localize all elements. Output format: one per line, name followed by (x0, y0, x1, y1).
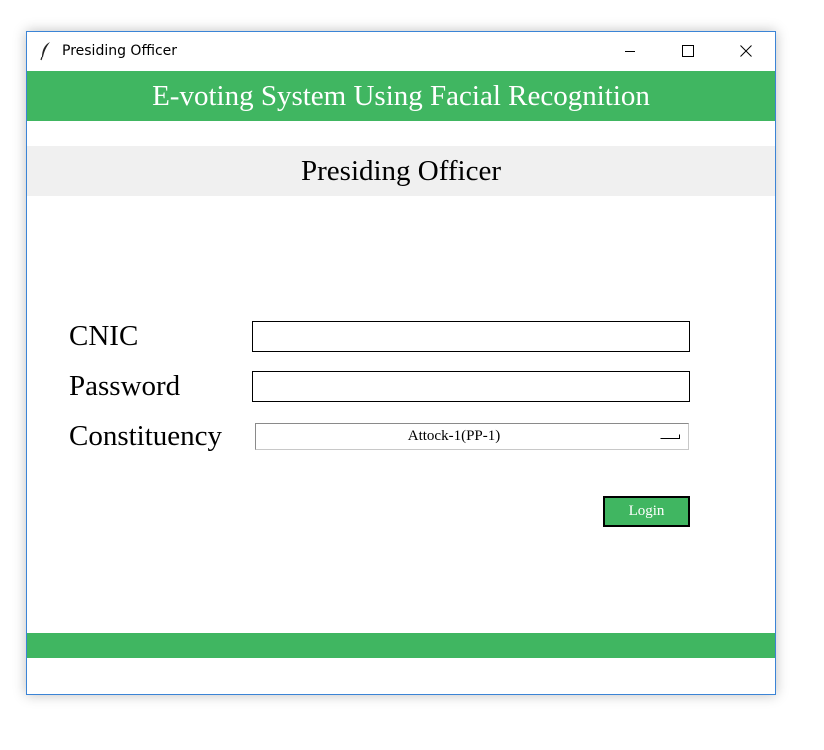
app-header: E-voting System Using Facial Recognition (27, 71, 775, 121)
app-window: Presiding Officer E-voting System Using … (26, 31, 776, 695)
page-title: Presiding Officer (301, 154, 501, 187)
close-button[interactable] (723, 32, 769, 70)
close-icon (740, 45, 752, 57)
window-title: Presiding Officer (62, 43, 178, 59)
cnic-label: CNIC (69, 320, 139, 352)
maximize-icon (682, 45, 694, 57)
title-bar[interactable]: Presiding Officer (27, 32, 775, 70)
footer-bar (27, 633, 775, 658)
constituency-label: Constituency (69, 420, 223, 452)
login-button[interactable]: Login (603, 496, 690, 527)
constituency-dropdown[interactable]: Attock-1(PP-1) (255, 423, 689, 450)
minimize-icon (625, 51, 635, 52)
page-header: Presiding Officer (27, 146, 775, 196)
dropdown-indicator-icon (660, 434, 680, 439)
minimize-button[interactable] (607, 32, 653, 70)
password-input[interactable] (252, 371, 690, 402)
constituency-selected-value: Attock-1(PP-1) (407, 428, 501, 444)
password-label: Password (69, 370, 181, 402)
feather-icon (40, 42, 50, 61)
app-title: E-voting System Using Facial Recognition (152, 79, 650, 112)
maximize-button[interactable] (665, 32, 711, 70)
cnic-input[interactable] (252, 321, 690, 352)
